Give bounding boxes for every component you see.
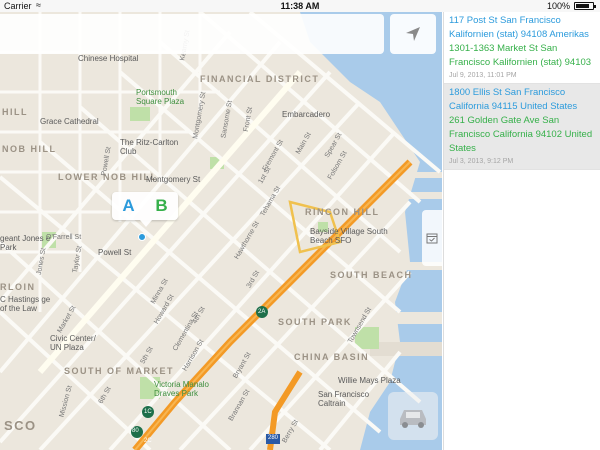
place-label: Civic Center/ UN Plaza: [50, 334, 96, 352]
route-from-address: 117 Post St San Francisco Kalifornien (s…: [449, 15, 589, 40]
route-to-address: 261 Golden Gate Ave San Francisco Califo…: [449, 115, 593, 154]
district-label: SOUTH PARK: [278, 317, 352, 327]
highway-shield: 2A: [258, 309, 266, 315]
place-label: Victoria Manalo Draves Park: [154, 380, 209, 398]
district-label: NOB HILL: [2, 144, 57, 154]
calendar-check-icon[interactable]: [422, 210, 442, 266]
highway-shield: 1C: [144, 409, 152, 415]
place-label: Willie Mays Plaza: [338, 376, 401, 385]
district-label: HILL: [2, 107, 28, 117]
car-icon[interactable]: [388, 392, 438, 440]
car-icon-glyph: [400, 410, 426, 428]
location-pin[interactable]: [138, 233, 146, 241]
district-label: SCO: [4, 418, 37, 433]
street-label: O'Farrell St: [46, 234, 82, 241]
place-label: Portsmouth Square Plaza: [136, 88, 185, 106]
district-label: CHINA BASIN: [294, 352, 370, 362]
marker-b[interactable]: B: [155, 196, 167, 216]
battery-icon: [574, 2, 596, 10]
route-item[interactable]: 117 Post St San Francisco Kalifornien (s…: [444, 12, 600, 84]
location-arrow-icon[interactable]: [390, 14, 436, 54]
map-view[interactable]: FINANCIAL DISTRICT LOWER NOB HILL RINCON…: [0, 12, 442, 450]
calendar-check-icon-glyph: [426, 233, 438, 244]
route-marker-ab[interactable]: A B: [112, 192, 178, 227]
highway-shield: 2C: [144, 438, 152, 444]
district-label: RLOIN: [0, 282, 36, 292]
route-date: Jul 9, 2013, 11:01 PM: [449, 72, 517, 79]
status-bar: Carrier ≈ 11:38 AM 100%: [0, 0, 600, 12]
district-label: SOUTH BEACH: [330, 270, 413, 280]
district-label: SOUTH OF MARKET: [64, 366, 174, 376]
highway-shield: 80: [132, 428, 139, 434]
district-label: FINANCIAL DISTRICT: [200, 74, 320, 84]
route-history-panel: 117 Post St San Francisco Kalifornien (s…: [443, 12, 600, 450]
district-label: RINCON HILL: [305, 207, 380, 217]
place-label: Grace Cathedral: [40, 117, 99, 126]
highway-shield: 280: [268, 435, 279, 441]
place-label: Powell St: [98, 248, 132, 257]
place-label: The Ritz-Carlton Club: [120, 138, 179, 156]
search-bar[interactable]: [0, 14, 384, 54]
battery-percent: 100%: [546, 1, 570, 11]
clock: 11:38 AM: [280, 1, 320, 11]
place-label: Chinese Hospital: [78, 54, 139, 63]
marker-a[interactable]: A: [122, 196, 134, 216]
place-label: Embarcadero: [282, 110, 331, 119]
route-date: Jul 3, 2013, 9:12 PM: [449, 158, 514, 165]
screen: Carrier ≈ 11:38 AM 100% FINANCIAL DISTRI…: [0, 0, 600, 450]
place-label: C Hastings ge of the Law: [0, 295, 51, 313]
route-from-address: 1800 Ellis St San Francisco California 9…: [449, 87, 578, 112]
location-arrow-icon-glyph: [406, 27, 420, 41]
route-to-address: 1301-1363 Market St San Francisco Kalifo…: [449, 43, 592, 68]
route-item[interactable]: 1800 Ellis St San Francisco California 9…: [444, 84, 600, 170]
place-label: San Francisco Caltrain: [318, 390, 370, 408]
place-label: Bayside Village South Beach SFO: [310, 227, 388, 245]
place-label: Montgomery St: [146, 175, 201, 184]
